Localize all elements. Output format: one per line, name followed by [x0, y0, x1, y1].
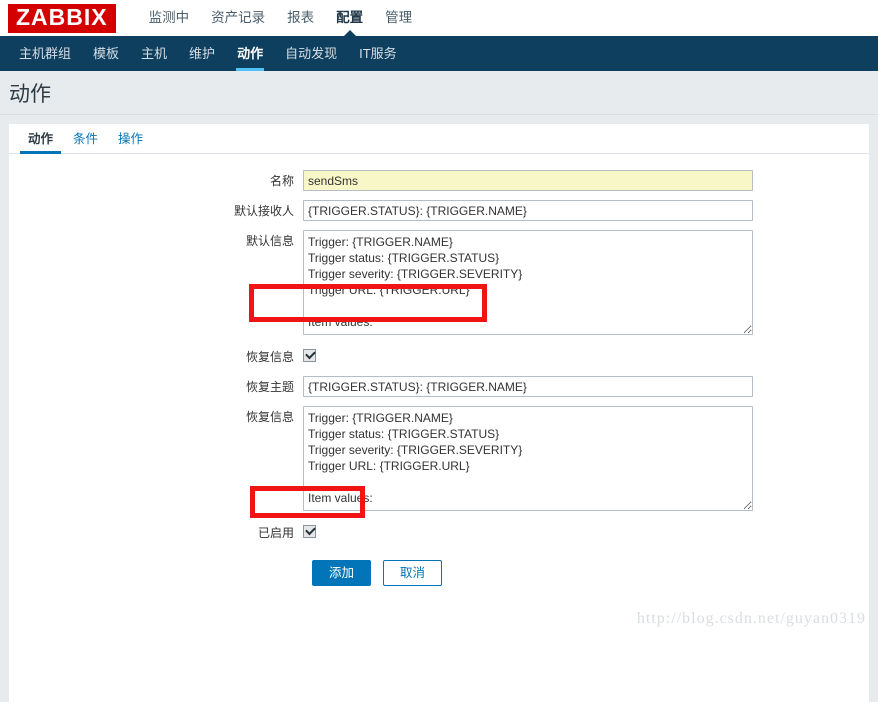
top-nav-item-configuration[interactable]: 配置	[325, 0, 374, 37]
primary-navigation: 监测中 资产记录 报表 配置 管理	[138, 0, 424, 37]
label-enabled: 已启用	[257, 526, 294, 540]
form-row-default-message: 默认信息	[9, 230, 869, 338]
form-tab-strip: 动作 条件 操作	[9, 124, 869, 154]
form-row-default-recipient: 默认接收人	[9, 200, 869, 222]
form-row-recovery-subject: 恢复主题	[9, 376, 869, 398]
sub-nav-item-hosts[interactable]: 主机	[130, 36, 178, 71]
top-nav-item-monitoring[interactable]: 监测中	[138, 0, 201, 36]
form-row-recovery-body: 恢复信息	[9, 406, 869, 514]
sub-nav-item-templates[interactable]: 模板	[82, 36, 130, 71]
sub-nav-item-maintenance[interactable]: 维护	[178, 36, 226, 71]
add-button[interactable]: 添加	[312, 560, 372, 586]
field-default-message-wrapper	[303, 230, 753, 338]
form-row-enabled: 已启用	[9, 522, 869, 544]
default-recipient-input[interactable]	[303, 200, 753, 221]
label-default-message: 默认信息	[245, 234, 294, 248]
sub-nav-item-actions[interactable]: 动作	[226, 36, 274, 71]
field-name-wrapper	[303, 170, 753, 191]
field-recovery-subject-wrapper	[303, 376, 753, 397]
form-row-name: 名称	[9, 170, 869, 192]
recovery-body-textarea[interactable]	[303, 406, 753, 511]
recovery-subject-input[interactable]	[303, 376, 753, 397]
default-message-textarea[interactable]	[303, 230, 753, 335]
label-name: 名称	[269, 174, 294, 188]
field-recovery-message-wrapper	[303, 346, 316, 362]
label-recovery-subject: 恢复主题	[245, 380, 294, 394]
top-nav-item-reports[interactable]: 报表	[276, 0, 325, 36]
zabbix-logo[interactable]: ZABBIX	[8, 3, 116, 33]
watermark-text: http://blog.csdn.net/guyan0319	[636, 610, 866, 627]
secondary-navigation: 主机群组 模板 主机 维护 动作 自动发现 IT服务	[0, 36, 878, 71]
top-nav-item-administration[interactable]: 管理	[374, 0, 423, 36]
recovery-message-checkbox[interactable]	[303, 349, 316, 362]
form-row-recovery-message: 恢复信息	[9, 346, 869, 368]
top-nav-item-inventory[interactable]: 资产记录	[200, 0, 276, 36]
page-title: 动作	[9, 82, 51, 106]
top-header: ZABBIX 监测中 资产记录 报表 配置 管理	[0, 0, 878, 37]
tab-operations[interactable]: 操作	[108, 133, 153, 153]
tab-conditions[interactable]: 条件	[63, 133, 108, 153]
name-input[interactable]	[303, 170, 753, 191]
label-recovery-message: 恢复信息	[245, 350, 294, 364]
label-recovery-body: 恢复信息	[245, 410, 294, 424]
cancel-button[interactable]: 取消	[383, 560, 443, 586]
sub-nav-item-it-services[interactable]: IT服务	[348, 36, 408, 71]
field-recovery-body-wrapper	[303, 406, 753, 514]
form-button-row: 添加 取消	[9, 560, 869, 586]
tab-action[interactable]: 动作	[18, 133, 63, 154]
enabled-checkbox[interactable]	[303, 525, 316, 538]
sub-nav-item-discovery[interactable]: 自动发现	[274, 36, 348, 71]
field-enabled-wrapper	[303, 522, 316, 538]
label-default-recipient: 默认接收人	[233, 204, 294, 218]
page-header: 动作	[0, 71, 878, 115]
action-form: 名称 默认接收人 默认信息 恢复信息 恢复主题	[9, 154, 869, 586]
sub-nav-item-host-groups[interactable]: 主机群组	[8, 36, 82, 71]
field-default-recipient-wrapper	[303, 200, 753, 221]
